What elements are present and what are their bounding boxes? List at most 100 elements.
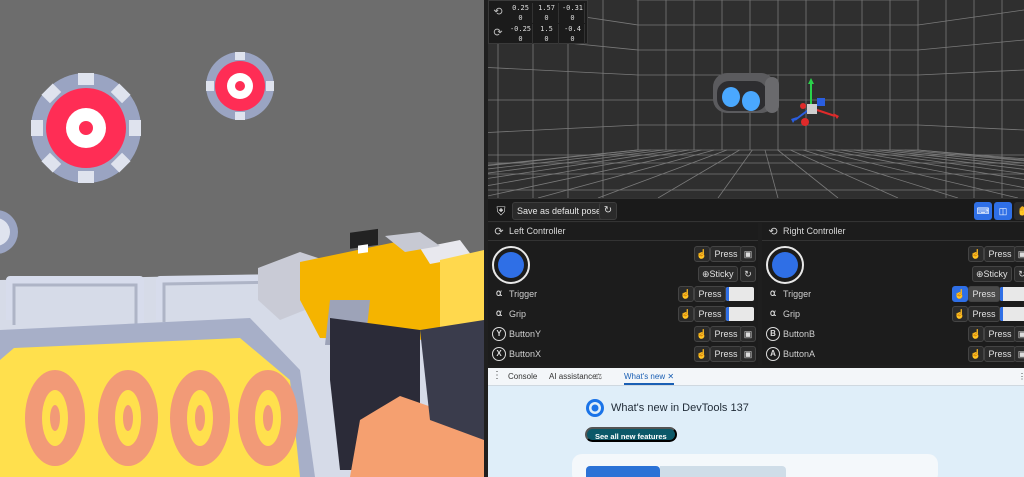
headset-pose-row: ⟲ 0.25 1.57 -0.31 0 0 0 xyxy=(489,2,589,23)
pose-value[interactable]: 1.5 xyxy=(535,24,559,34)
left-controller-title: Left Controller xyxy=(509,226,566,236)
button-y-icon: Y xyxy=(492,327,506,341)
lock-icon[interactable]: ▣ xyxy=(740,326,756,342)
more-tabs-icon[interactable]: ⋮ xyxy=(492,370,502,381)
left-thumbstick[interactable] xyxy=(492,246,530,284)
pose-value[interactable]: 0 xyxy=(509,34,533,44)
lock-icon[interactable]: ▣ xyxy=(1014,326,1024,342)
reset-icon[interactable]: ↻ xyxy=(1014,266,1024,282)
lock-icon[interactable]: ▣ xyxy=(1014,346,1024,362)
button-y-press-button[interactable]: Press xyxy=(710,326,742,342)
vr-scene-view[interactable] xyxy=(0,0,484,477)
pose-value[interactable]: -0.4 xyxy=(561,24,585,34)
button-a-icon: A xyxy=(766,347,780,361)
touch-icon[interactable]: ☝ xyxy=(968,246,984,262)
scene-canvas xyxy=(0,0,484,477)
button-x-press-button[interactable]: Press xyxy=(710,346,742,362)
pose-3d-viewport[interactable]: ⟲ 0.25 1.57 -0.31 0 0 0 ⟳ -0.25 1.5 -0.4… xyxy=(488,0,1024,198)
tab-whats-new-label: What's new xyxy=(624,372,666,381)
touch-icon[interactable]: ☝ xyxy=(694,326,710,342)
lock-icon[interactable]: ▣ xyxy=(740,346,756,362)
reset-icon[interactable]: ↻ xyxy=(599,202,617,220)
pose-value[interactable]: 0 xyxy=(561,34,585,44)
left-controller-header: ⟳ Left Controller xyxy=(488,223,758,241)
touch-icon[interactable]: ☝ xyxy=(694,246,710,262)
controller-pose-row: ⟳ -0.25 1.5 -0.4 0 0 0 xyxy=(489,23,589,44)
grip-slider[interactable] xyxy=(1000,307,1024,321)
grip-press-button[interactable]: Press xyxy=(968,306,1000,322)
trigger-slider[interactable] xyxy=(726,287,754,301)
touch-icon[interactable]: ☝ xyxy=(694,346,710,362)
grip-label: Grip xyxy=(509,309,527,319)
trigger-label: Trigger xyxy=(509,289,538,299)
button-a-press-button[interactable]: Press xyxy=(984,346,1016,362)
thumbstick-knob[interactable] xyxy=(498,252,524,278)
score-digit-core xyxy=(195,405,205,431)
keyboard-icon[interactable]: ⌨ xyxy=(974,202,992,220)
lock-icon[interactable]: ▣ xyxy=(740,246,756,262)
right-controller-panel: ⟲ Right Controller ☝ Press ▣ ⊕Sticky ↻ ⍺… xyxy=(762,223,1024,365)
button-b-press-button[interactable]: Press xyxy=(984,326,1016,342)
devtools-logo-icon xyxy=(586,399,604,417)
touch-icon[interactable]: ☝ xyxy=(952,306,968,322)
pose-value[interactable]: 0 xyxy=(535,13,559,23)
thumbstick-press-button[interactable]: Press xyxy=(710,246,742,262)
trigger-press-button[interactable]: Press xyxy=(694,286,726,302)
tab-console[interactable]: Console xyxy=(508,372,537,381)
grip-slider[interactable] xyxy=(726,307,754,321)
trigger-slider[interactable] xyxy=(1000,287,1024,301)
feature-card-thumbnail xyxy=(586,466,660,477)
lock-icon[interactable]: ▣ xyxy=(1014,246,1024,262)
pose-value[interactable]: -0.25 xyxy=(509,24,533,34)
touch-icon[interactable]: ☝ xyxy=(968,326,984,342)
touch-icon[interactable]: ☝ xyxy=(678,286,694,302)
left-controller-panel: ⟳ Left Controller ☝ Press ▣ ⊕Sticky ↻ ⍺ … xyxy=(488,223,758,365)
headset-model xyxy=(713,73,779,113)
trigger-icon: ⍺ xyxy=(495,288,503,299)
grip-press-button[interactable]: Press xyxy=(694,306,726,322)
pose-value[interactable]: 0 xyxy=(561,13,585,23)
button-x-label: ButtonX xyxy=(509,349,542,359)
controller-icon: ⟳ xyxy=(493,27,503,39)
trigger-label: Trigger xyxy=(783,289,812,299)
whats-new-title: What's new in DevTools 137 xyxy=(611,402,749,414)
grip-label: Grip xyxy=(783,309,801,319)
thumbstick-sticky-button[interactable]: ⊕Sticky xyxy=(972,266,1012,282)
thumbstick-knob[interactable] xyxy=(772,252,798,278)
button-x-icon: X xyxy=(492,347,506,361)
thumbstick-sticky-button[interactable]: ⊕Sticky xyxy=(698,266,738,282)
see-all-features-button[interactable]: See all new features xyxy=(585,427,677,442)
score-digit-core xyxy=(50,405,60,431)
devtools-drawer: ⋮ Console AI assistance ⚖ What's new ✕ ⋮… xyxy=(488,368,1024,477)
pose-value[interactable]: 0.25 xyxy=(509,3,533,13)
tab-ai-assistance[interactable]: AI assistance xyxy=(549,372,597,381)
pose-value[interactable]: 0 xyxy=(535,34,559,44)
save-default-pose-button[interactable]: Save as default pose xyxy=(512,202,607,220)
tab-whats-new[interactable]: What's new ✕ xyxy=(624,372,675,385)
right-thumbstick[interactable] xyxy=(766,246,804,284)
vr-headset-icon[interactable]: ◫ xyxy=(994,202,1012,220)
right-controller-header: ⟲ Right Controller xyxy=(762,223,1024,241)
target-small xyxy=(206,52,274,120)
drawer-menu-icon[interactable]: ⋮ xyxy=(1018,372,1024,381)
touch-icon[interactable]: ☝ xyxy=(952,286,968,302)
drawer-tabbar: ⋮ Console AI assistance ⚖ What's new ✕ ⋮ xyxy=(488,368,1024,386)
pose-value[interactable]: 1.57 xyxy=(535,3,559,13)
touch-icon[interactable]: ☝ xyxy=(678,306,694,322)
pose-value[interactable]: 0 xyxy=(509,13,533,23)
button-y-label: ButtonY xyxy=(509,329,542,339)
trigger-press-button[interactable]: Press xyxy=(968,286,1000,302)
touch-icon[interactable]: ☝ xyxy=(968,346,984,362)
feature-card[interactable] xyxy=(572,454,938,477)
reset-icon[interactable]: ↻ xyxy=(740,266,756,282)
pose-toolbar: ⛨ Save as default pose ↻ ⌨ ◫ ✋ xyxy=(488,198,1024,222)
webxr-devtools-panel: ⟲ 0.25 1.57 -0.31 0 0 0 ⟳ -0.25 1.5 -0.4… xyxy=(488,0,1024,477)
feature-card-banner xyxy=(660,466,786,477)
controller-icon: ⟲ xyxy=(768,226,778,238)
pose-value[interactable]: -0.31 xyxy=(561,3,585,13)
thumbstick-press-button[interactable]: Press xyxy=(984,246,1016,262)
close-icon[interactable]: ✕ xyxy=(667,372,674,381)
hand-icon[interactable]: ✋ xyxy=(1014,202,1024,220)
sticky-label: Sticky xyxy=(983,269,1008,279)
target-large xyxy=(31,73,141,183)
